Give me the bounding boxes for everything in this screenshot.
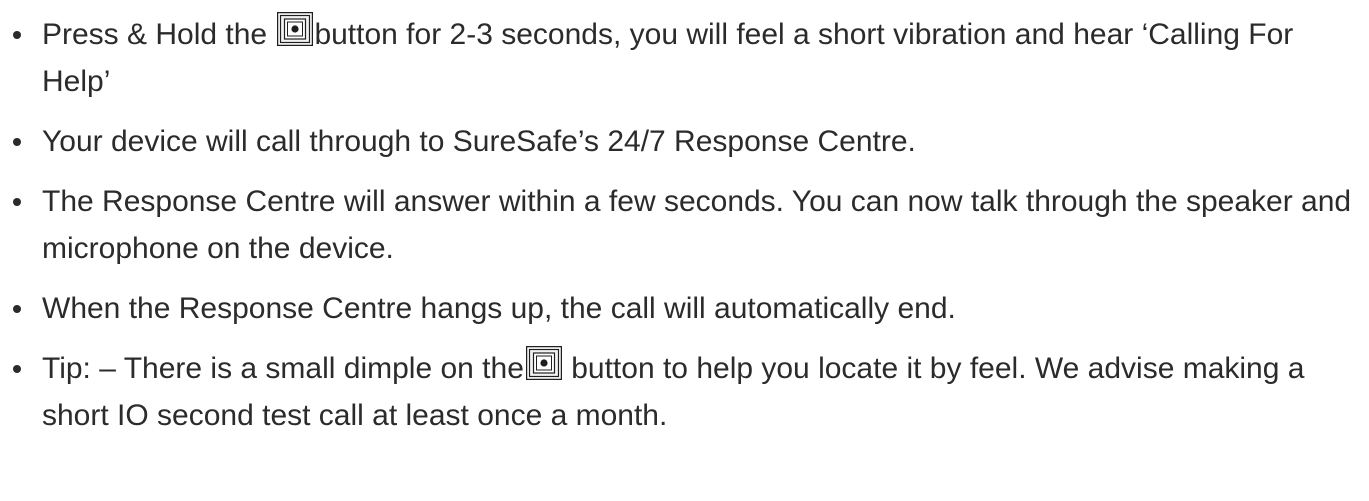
item-text: The Response Centre will answer within a… <box>42 185 1352 265</box>
list-item-response-centre-answer: The Response Centre will answer within a… <box>0 178 1369 272</box>
bullet-icon <box>13 31 21 39</box>
item-text: When the Response Centre hangs up, the c… <box>42 292 956 325</box>
list-item-call-through: Your device will call through to SureSaf… <box>0 118 1369 165</box>
list-item-press-and-hold: Press & Hold the button for 2-3 seconds,… <box>0 0 1369 105</box>
square-button-icon <box>277 12 314 46</box>
list-item-call-end: When the Response Centre hangs up, the c… <box>0 285 1369 332</box>
item-text-before-icon: Press & Hold the <box>42 18 276 51</box>
bullet-icon <box>13 305 21 313</box>
item-text-before-icon: Tip: – There is a small dimple on the <box>42 352 524 385</box>
instruction-list: Press & Hold the button for 2-3 seconds,… <box>0 0 1369 439</box>
list-item-tip: Tip: – There is a small dimple on the bu… <box>0 345 1369 439</box>
square-button-icon <box>525 346 562 380</box>
bullet-icon <box>13 198 21 206</box>
bullet-icon <box>13 138 21 146</box>
bullet-icon <box>13 365 21 373</box>
item-text: Your device will call through to SureSaf… <box>42 125 916 158</box>
